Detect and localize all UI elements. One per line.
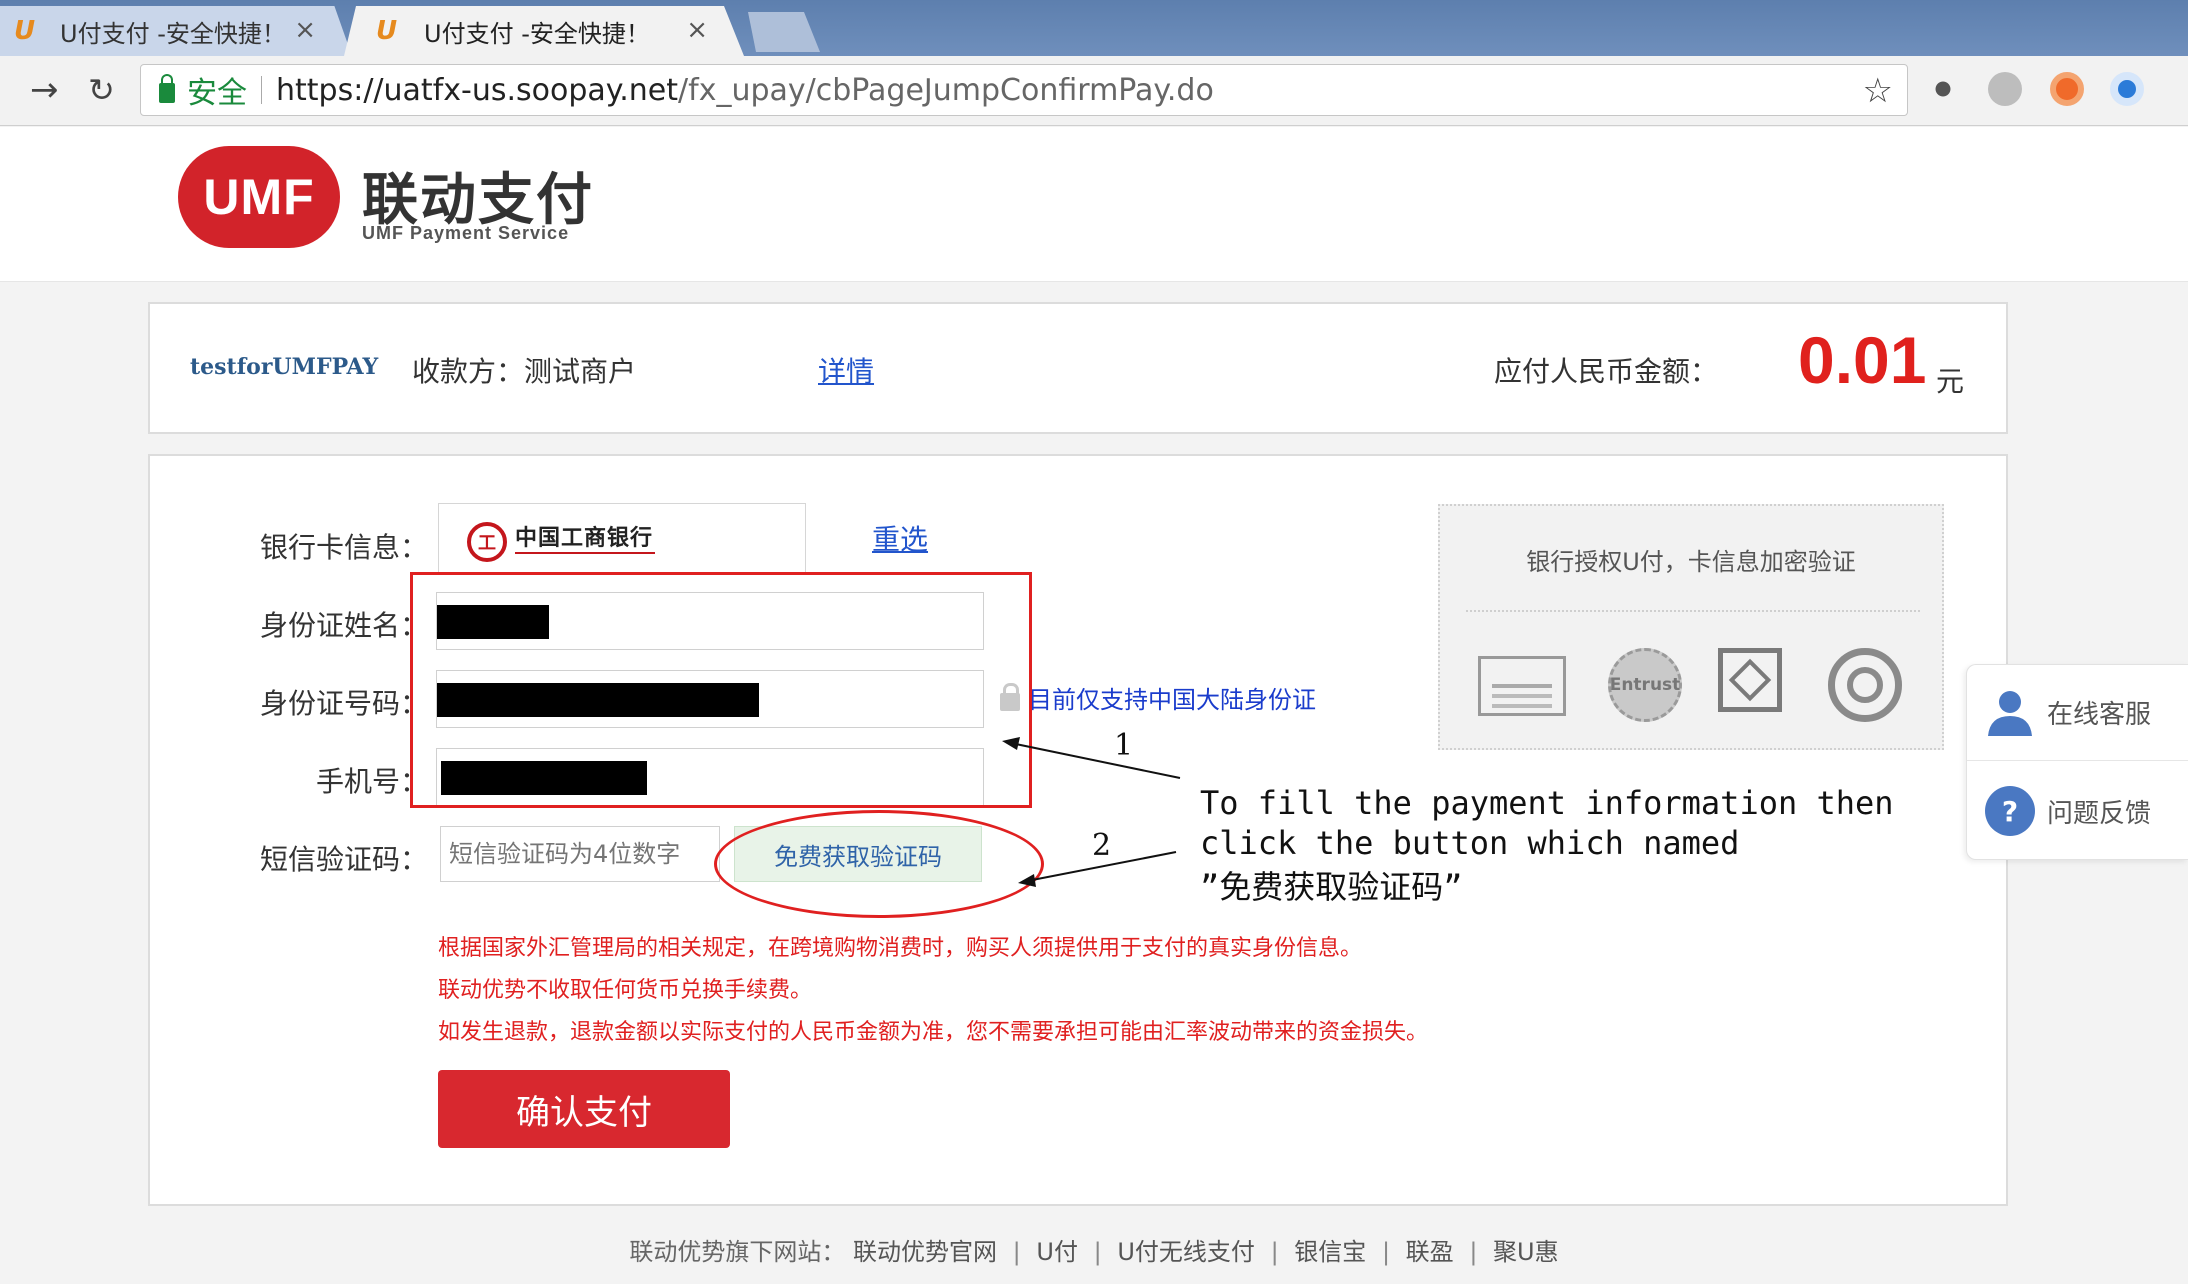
annotation-arrows [1002,737,1181,887]
annotation-text-line: click the button which named [1200,824,1740,862]
annotation-number-1: 1 [1114,728,1134,763]
annotation-number-2: 2 [1092,828,1112,863]
annotation-text-line: ”免费获取验证码” [1200,868,1463,906]
annotation-text-line: To fill the payment information then [1200,784,1894,822]
